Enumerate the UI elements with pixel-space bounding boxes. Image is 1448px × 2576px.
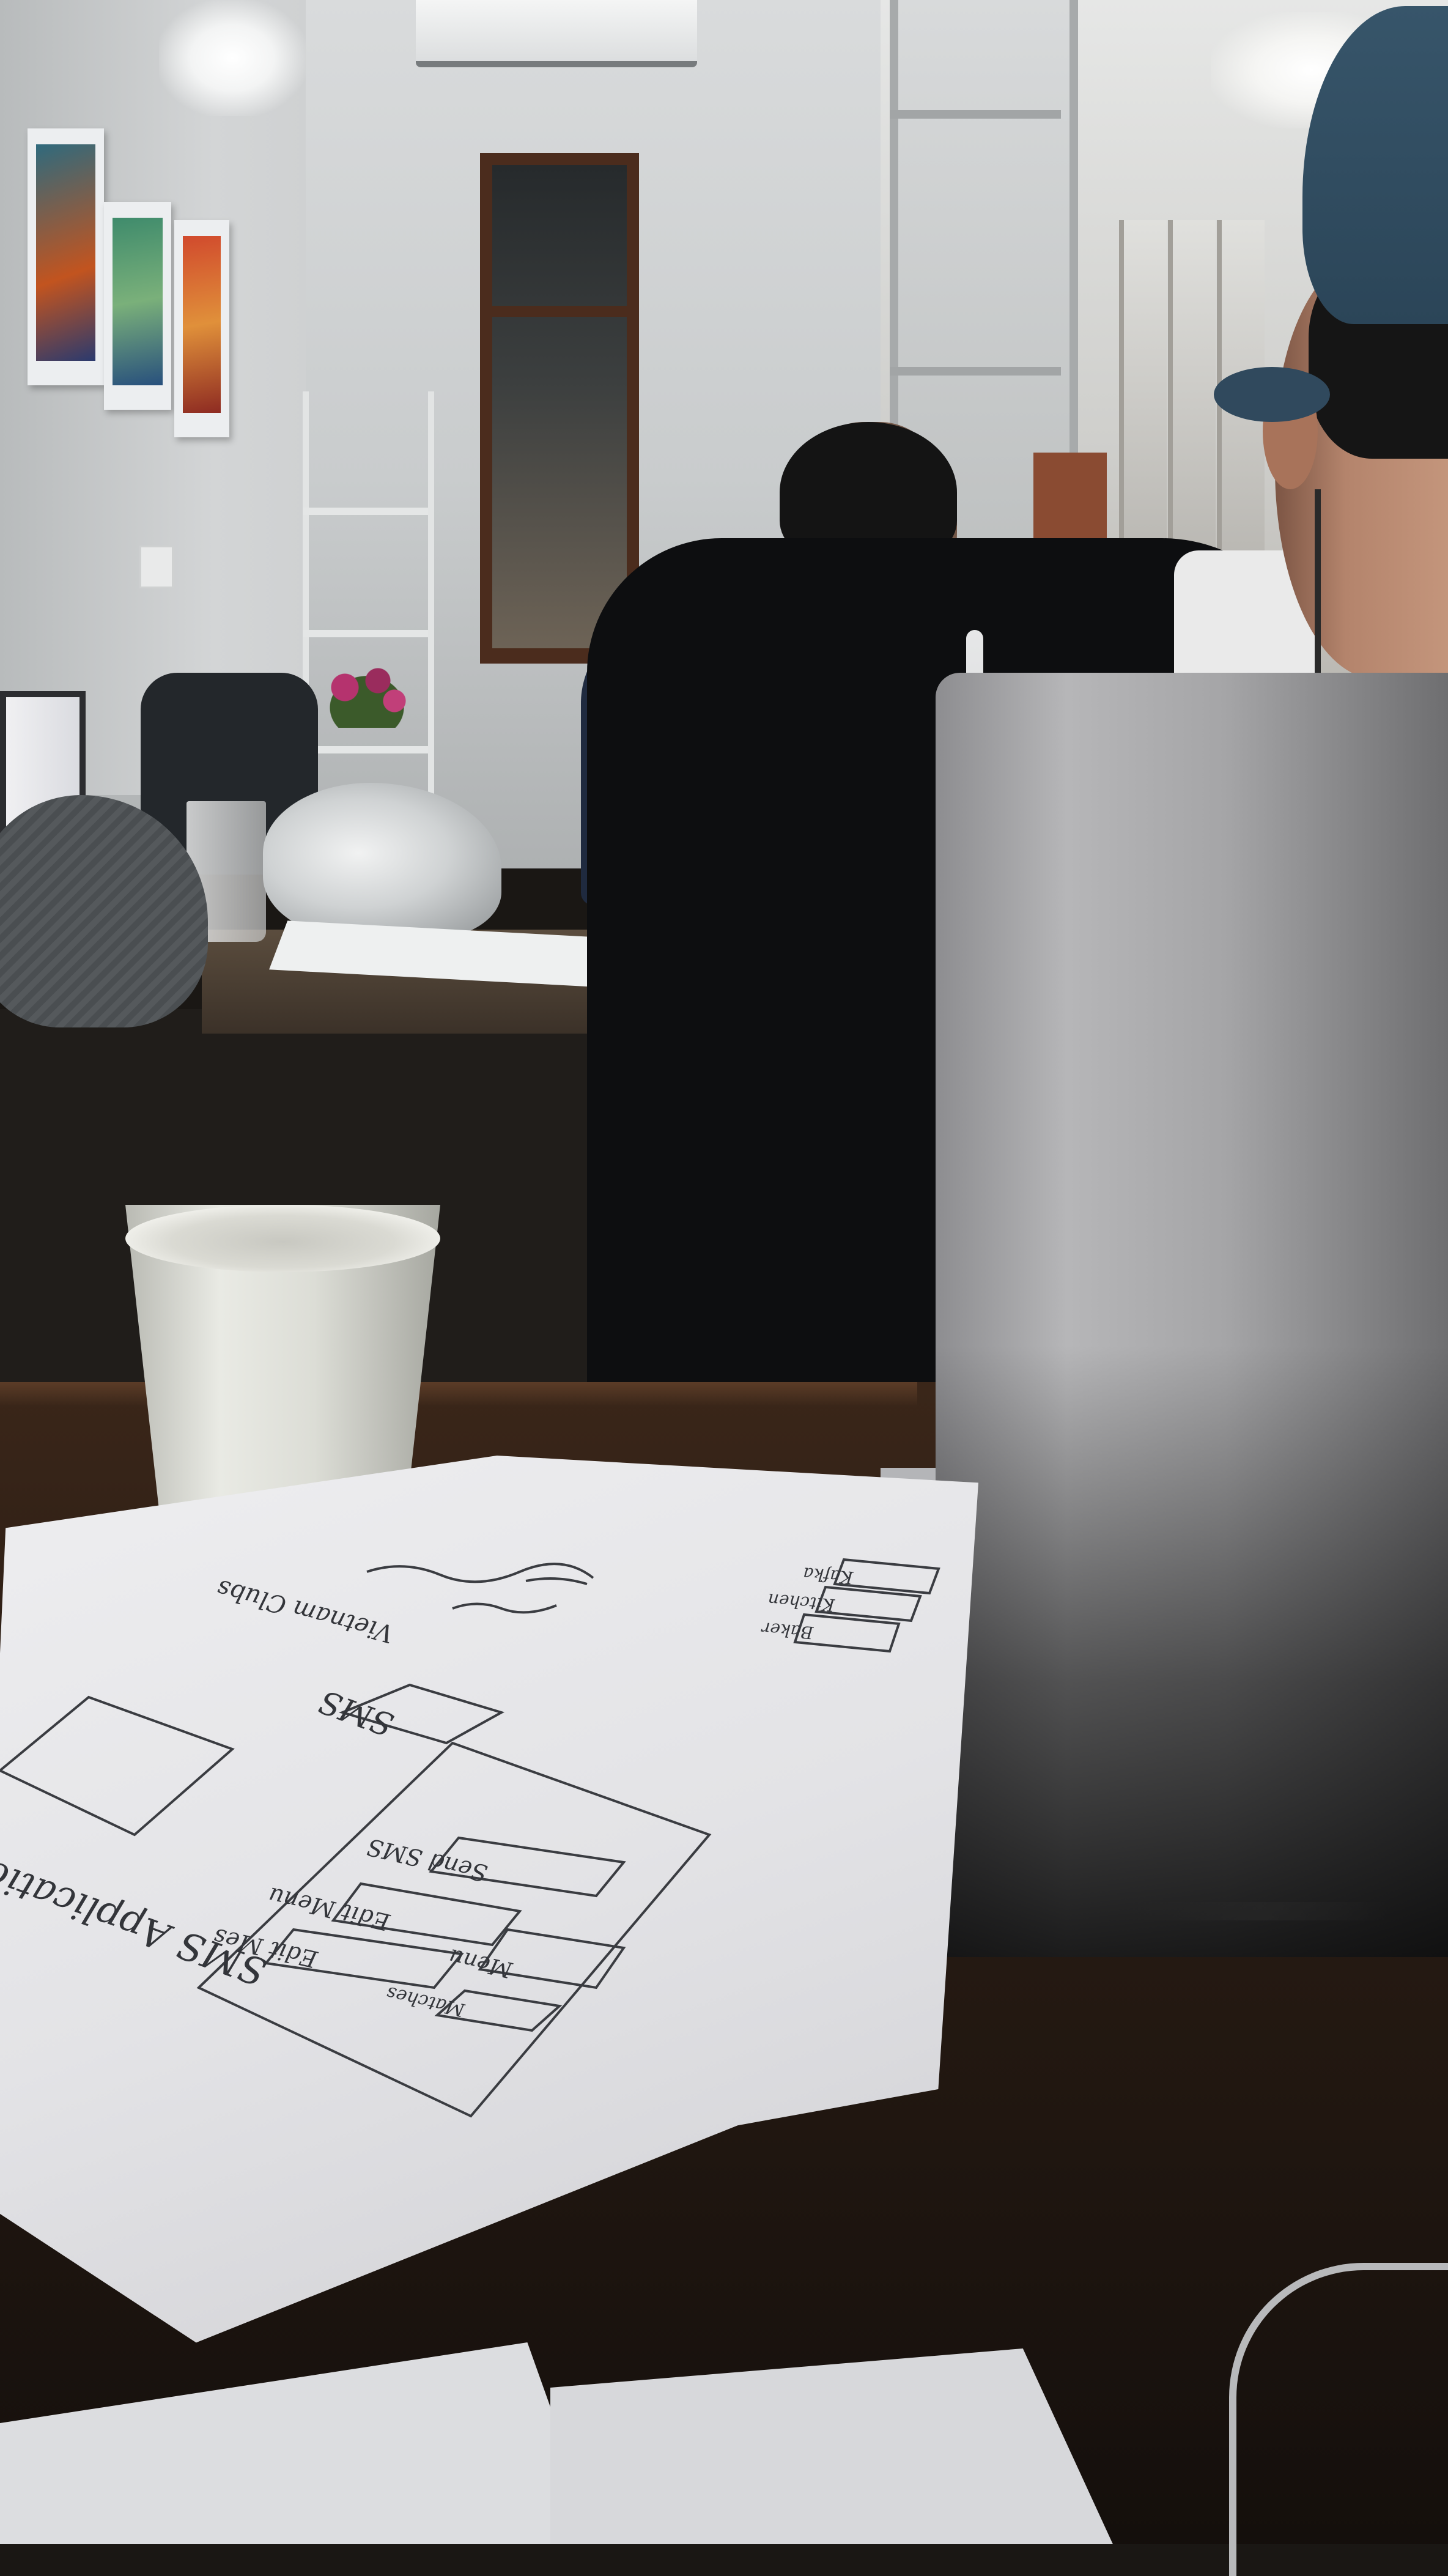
painting [104, 202, 171, 410]
sketch-box-1: Kafka [802, 1563, 854, 1588]
sketch-box-3: Baker [760, 1618, 814, 1643]
table-edge [0, 1382, 917, 1407]
wireframe-sketch: SMS Applications SMS Send SMS Edit Menu … [0, 1558, 940, 2118]
sketch-title-text: SMS Applications [0, 1836, 272, 1994]
door-frame-bar [890, 110, 1061, 119]
shelf-step [303, 630, 428, 637]
sketch-button-1: Send SMS [364, 1833, 490, 1887]
window-bar [492, 306, 627, 317]
wall-window-glass [492, 165, 627, 648]
door-frame-bar [890, 367, 1061, 376]
cap-brim [1214, 367, 1330, 422]
laptop-logo [1131, 1902, 1388, 1920]
ceiling-light [159, 0, 306, 116]
sketch-header-text: SMS [314, 1682, 399, 1743]
shelf-ladder [303, 391, 434, 820]
sketch-note: Vietnam Clubs [214, 1574, 396, 1648]
sketch-button-2: Edit Menu [266, 1882, 393, 1936]
corridor-panel [1168, 220, 1216, 563]
cable [1229, 2263, 1448, 2576]
laptop-shadow [936, 1345, 1448, 1957]
shelf-step [303, 746, 428, 753]
painting [28, 128, 104, 385]
mug-rim [125, 1205, 440, 1272]
sketch-box-2: Kitchen [767, 1590, 836, 1616]
wall-switch [139, 546, 174, 588]
earphone-wire [1315, 489, 1321, 673]
sketch-button-5: Matches [385, 1982, 467, 2021]
painting [174, 220, 229, 437]
air-conditioner [416, 0, 697, 67]
flower-pot [312, 661, 422, 728]
shelf-step [303, 508, 428, 515]
sketch-button-3: Menu [446, 1944, 515, 1983]
corridor-panel [1119, 220, 1167, 563]
